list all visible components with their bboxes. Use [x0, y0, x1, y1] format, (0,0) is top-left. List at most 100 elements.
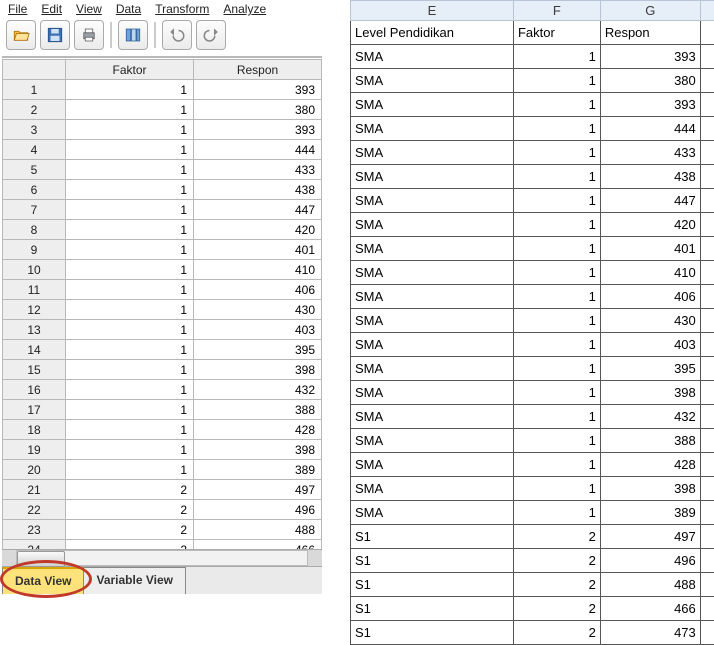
row-number[interactable]: 13 — [3, 320, 66, 340]
open-button[interactable] — [6, 20, 36, 50]
menu-transform[interactable]: Transform — [155, 2, 209, 16]
cell-respon[interactable]: 393 — [194, 120, 322, 140]
tab-data-view[interactable]: Data View — [2, 567, 84, 594]
cell-faktor[interactable]: 1 — [513, 501, 600, 525]
cell-level[interactable]: SMA — [351, 285, 514, 309]
cell-faktor[interactable]: 1 — [66, 160, 194, 180]
cell-faktor[interactable]: 1 — [66, 260, 194, 280]
cell-respon[interactable]: 466 — [600, 597, 700, 621]
cell-respon[interactable]: 496 — [194, 500, 322, 520]
cell-faktor[interactable]: 1 — [513, 261, 600, 285]
cell-respon[interactable]: 473 — [600, 621, 700, 645]
cell-respon[interactable]: 488 — [194, 520, 322, 540]
table-row[interactable]: S12488 — [351, 573, 714, 597]
cell-level[interactable]: SMA — [351, 429, 514, 453]
cell-faktor[interactable]: 1 — [513, 381, 600, 405]
row-number[interactable]: 18 — [3, 420, 66, 440]
table-row[interactable]: SMA1403 — [351, 333, 714, 357]
cell[interactable] — [700, 21, 714, 45]
cell-respon[interactable]: 497 — [194, 480, 322, 500]
cell[interactable] — [700, 117, 714, 141]
grid-corner[interactable] — [3, 60, 66, 80]
table-row[interactable]: 141395 — [3, 340, 322, 360]
col-letter-e[interactable]: E — [351, 1, 514, 21]
cell-respon[interactable]: 410 — [194, 260, 322, 280]
cell-level[interactable]: SMA — [351, 69, 514, 93]
table-row[interactable]: SMA1430 — [351, 309, 714, 333]
cell-faktor[interactable]: 1 — [66, 120, 194, 140]
row-number[interactable]: 20 — [3, 460, 66, 480]
cell[interactable] — [700, 477, 714, 501]
menu-edit[interactable]: Edit — [41, 2, 62, 16]
row-number[interactable]: 19 — [3, 440, 66, 460]
cell-level[interactable]: SMA — [351, 237, 514, 261]
cell-faktor[interactable]: 1 — [513, 477, 600, 501]
cell[interactable] — [700, 453, 714, 477]
header-level[interactable]: Level Pendidikan — [351, 21, 514, 45]
cell-faktor[interactable]: 2 — [66, 480, 194, 500]
table-row[interactable]: 121430 — [3, 300, 322, 320]
table-row[interactable]: SMA1398 — [351, 381, 714, 405]
menu-file[interactable]: File — [8, 2, 27, 16]
cell[interactable] — [700, 501, 714, 525]
cell-level[interactable]: SMA — [351, 333, 514, 357]
cell-respon[interactable]: 395 — [600, 357, 700, 381]
cell-faktor[interactable]: 1 — [513, 429, 600, 453]
row-number[interactable]: 22 — [3, 500, 66, 520]
table-row[interactable]: 111406 — [3, 280, 322, 300]
table-row[interactable]: 161432 — [3, 380, 322, 400]
cell-faktor[interactable]: 1 — [513, 69, 600, 93]
cell-respon[interactable]: 447 — [600, 189, 700, 213]
cell-respon[interactable]: 406 — [194, 280, 322, 300]
col-header-faktor[interactable]: Faktor — [66, 60, 194, 80]
menu-view[interactable]: View — [76, 2, 102, 16]
row-number[interactable]: 10 — [3, 260, 66, 280]
cell-level[interactable]: SMA — [351, 477, 514, 501]
print-button[interactable] — [74, 20, 104, 50]
cell[interactable] — [700, 93, 714, 117]
table-row[interactable]: 222496 — [3, 500, 322, 520]
cell-level[interactable]: SMA — [351, 213, 514, 237]
cell-faktor[interactable]: 1 — [66, 240, 194, 260]
row-number[interactable]: 8 — [3, 220, 66, 240]
cell-respon[interactable]: 420 — [600, 213, 700, 237]
table-row[interactable]: 21380 — [3, 100, 322, 120]
cell-faktor[interactable]: 2 — [513, 549, 600, 573]
cell-respon[interactable]: 433 — [194, 160, 322, 180]
table-row[interactable]: 71447 — [3, 200, 322, 220]
cell-level[interactable]: SMA — [351, 165, 514, 189]
row-number[interactable]: 24 — [3, 540, 66, 550]
cell-faktor[interactable]: 1 — [513, 189, 600, 213]
cell-faktor[interactable]: 2 — [66, 540, 194, 550]
cell-faktor[interactable]: 1 — [66, 400, 194, 420]
cell-level[interactable]: SMA — [351, 189, 514, 213]
row-number[interactable]: 11 — [3, 280, 66, 300]
cell-faktor[interactable]: 2 — [66, 520, 194, 540]
cell-respon[interactable]: 395 — [194, 340, 322, 360]
table-row[interactable]: 91401 — [3, 240, 322, 260]
cell-respon[interactable]: 438 — [194, 180, 322, 200]
table-row[interactable]: 41444 — [3, 140, 322, 160]
cell-faktor[interactable]: 1 — [66, 460, 194, 480]
cell-level[interactable]: SMA — [351, 141, 514, 165]
cell[interactable] — [700, 357, 714, 381]
row-number[interactable]: 1 — [3, 80, 66, 100]
cell-respon[interactable]: 447 — [194, 200, 322, 220]
row-number[interactable]: 14 — [3, 340, 66, 360]
row-number[interactable]: 9 — [3, 240, 66, 260]
table-row[interactable]: 212497 — [3, 480, 322, 500]
cell-faktor[interactable]: 1 — [66, 100, 194, 120]
cell-respon[interactable]: 410 — [600, 261, 700, 285]
header-faktor[interactable]: Faktor — [513, 21, 600, 45]
cell-faktor[interactable]: 1 — [66, 320, 194, 340]
cell-respon[interactable]: 430 — [600, 309, 700, 333]
cell-respon[interactable]: 496 — [600, 549, 700, 573]
table-row[interactable]: 31393 — [3, 120, 322, 140]
save-button[interactable] — [40, 20, 70, 50]
cell-respon[interactable]: 432 — [194, 380, 322, 400]
menu-data[interactable]: Data — [116, 2, 141, 16]
cell-faktor[interactable]: 1 — [513, 309, 600, 333]
cell-faktor[interactable]: 1 — [66, 180, 194, 200]
table-row[interactable]: SMA1401 — [351, 237, 714, 261]
cell[interactable] — [700, 549, 714, 573]
